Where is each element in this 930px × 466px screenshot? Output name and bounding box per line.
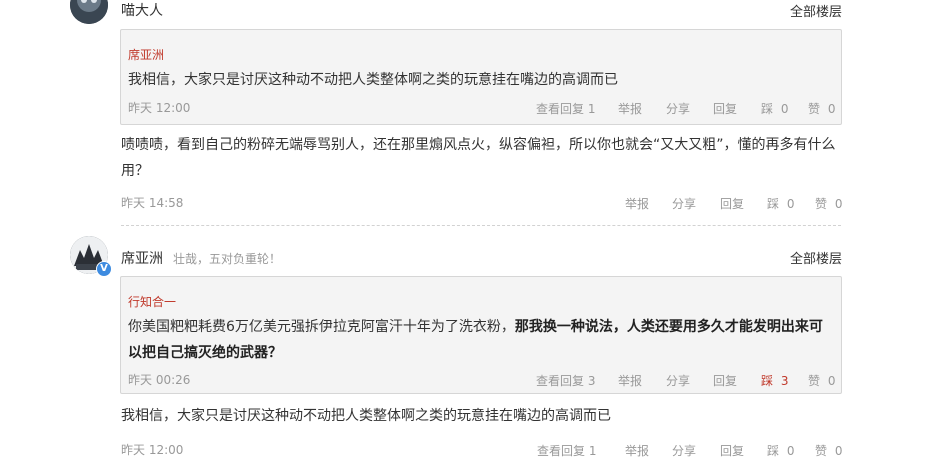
report-button[interactable]: 举报	[625, 195, 649, 212]
dislike-count: 0	[786, 444, 795, 458]
dislike-label: 踩	[761, 102, 774, 116]
like-button[interactable]: 赞 0	[808, 100, 835, 117]
quoted-comment: 席亚洲 我相信，大家只是讨厌这种动不动把人类整体啊之类的玩意挂在嘴边的高调而已 …	[120, 29, 842, 125]
quoted-comment: 行知合一 你美国粑粑耗费6万亿美元强拆伊拉克阿富汗十年为了洗衣粉，那我换一种说法…	[120, 276, 842, 394]
dislike-count: 0	[786, 197, 795, 211]
like-button[interactable]: 赞 0	[815, 195, 842, 212]
quote-timestamp: 昨天 12:00	[128, 101, 191, 115]
username[interactable]: 喵大人	[121, 0, 163, 20]
comment-body: 啧啧啧，看到自己的粉碎无端辱骂别人，还在那里煽风点火，纵容偏袒，所以你也就会“又…	[121, 137, 836, 179]
quote-text: 我相信，大家只是讨厌这种动不动把人类整体啊之类的玩意挂在嘴边的高调而已	[128, 72, 618, 88]
like-button[interactable]: 赞 0	[808, 372, 835, 389]
username[interactable]: 席亚洲	[121, 248, 163, 268]
comment-body: 我相信，大家只是讨厌这种动不动把人类整体啊之类的玩意挂在嘴边的高调而已	[121, 408, 611, 424]
like-count: 0	[827, 374, 836, 388]
quote-timestamp: 昨天 00:26	[128, 373, 191, 387]
verified-badge: V	[96, 261, 112, 277]
dislike-button[interactable]: 踩 0	[767, 442, 794, 459]
reply-button[interactable]: 回复	[720, 195, 744, 212]
dislike-label: 踩	[767, 444, 780, 458]
all-floors-link[interactable]: 全部楼层	[790, 248, 842, 267]
avatar[interactable]	[70, 0, 108, 24]
all-floors-link[interactable]: 全部楼层	[790, 1, 842, 20]
dislike-button[interactable]: 踩 3	[761, 372, 788, 389]
dislike-label: 踩	[767, 197, 780, 211]
share-button[interactable]: 分享	[666, 372, 690, 389]
view-replies-button[interactable]: 查看回复 1	[536, 100, 595, 117]
like-count: 0	[834, 197, 843, 211]
reply-button[interactable]: 回复	[713, 372, 737, 389]
comment-timestamp: 昨天 12:00	[121, 443, 184, 457]
like-label: 赞	[808, 102, 821, 116]
dislike-label: 踩	[761, 374, 774, 388]
user-motto: 壮哉，五对负重轮！	[173, 252, 282, 266]
dislike-button[interactable]: 踩 0	[761, 100, 788, 117]
report-button[interactable]: 举报	[618, 100, 642, 117]
view-replies-button[interactable]: 查看回复 3	[536, 372, 595, 389]
like-button[interactable]: 赞 0	[815, 442, 842, 459]
like-label: 赞	[815, 197, 828, 211]
comment-timestamp: 昨天 14:58	[121, 196, 184, 210]
quote-text-normal: 你美国粑粑耗费6万亿美元强拆伊拉克阿富汗十年为了洗衣粉，	[128, 319, 515, 335]
comment-divider	[121, 225, 841, 226]
dislike-button[interactable]: 踩 0	[767, 195, 794, 212]
report-button[interactable]: 举报	[618, 372, 642, 389]
report-button[interactable]: 举报	[625, 442, 649, 459]
share-button[interactable]: 分享	[666, 100, 690, 117]
like-count: 0	[834, 444, 843, 458]
reply-button[interactable]: 回复	[720, 442, 744, 459]
reply-button[interactable]: 回复	[713, 100, 737, 117]
dislike-count: 0	[780, 102, 789, 116]
quote-author[interactable]: 席亚洲	[128, 46, 164, 63]
quote-text: 你美国粑粑耗费6万亿美元强拆伊拉克阿富汗十年为了洗衣粉，那我换一种说法，人类还要…	[128, 314, 833, 366]
like-count: 0	[827, 102, 836, 116]
share-button[interactable]: 分享	[672, 195, 696, 212]
dislike-count: 3	[780, 374, 789, 388]
share-button[interactable]: 分享	[672, 442, 696, 459]
like-label: 赞	[815, 444, 828, 458]
like-label: 赞	[808, 374, 821, 388]
view-replies-button[interactable]: 查看回复 1	[537, 442, 596, 459]
quote-author[interactable]: 行知合一	[128, 293, 176, 310]
